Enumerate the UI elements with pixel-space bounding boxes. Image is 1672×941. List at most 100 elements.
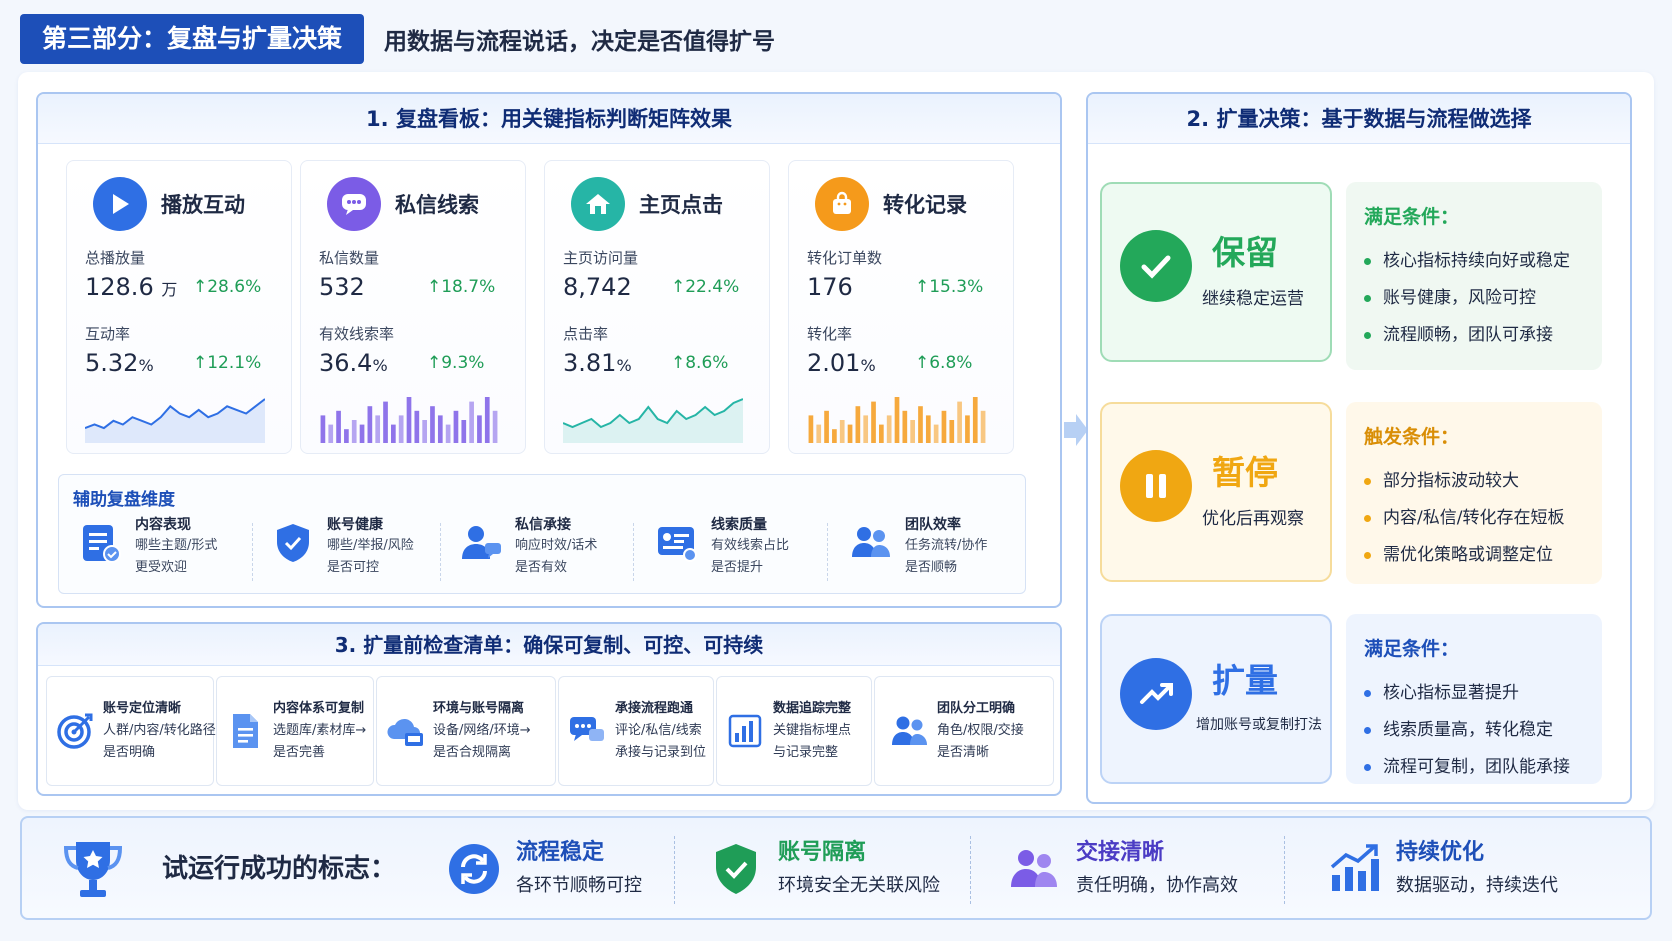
expand-conditions: 满足条件： 核心指标显著提升 线索质量高，转化稳定 流程可复制，团队能承接 [1346,614,1602,784]
aux-item-line: 响应时效/话术 [515,538,598,553]
decision-keep-card: 保留 继续稳定运营 [1100,182,1332,362]
review-dashboard-title: 1. 复盘看板：用关键指标判断矩阵效果 [38,94,1060,144]
metric-change: ↑8.6% [671,353,729,373]
decision-subtitle: 优化后再观察 [1202,509,1304,529]
sparkline-bar [336,410,341,443]
aux-item-content: 内容表现 哪些主题/形式 更受欢迎 [79,515,217,585]
metric-change: ↑18.7% [427,277,496,297]
divider [252,523,253,581]
sparkline-bar [965,415,970,443]
metric-change: ↑6.8% [915,353,973,373]
sparkline-bar [422,420,427,443]
footer-item-process-stable: 流程稳定 各环节顺畅可控 [446,836,642,902]
aux-item-line: 哪些/举报/风险 [327,538,414,553]
document-icon [233,714,258,748]
checklist-item-line: 是否清晰 [937,745,990,760]
condition-item: 流程顺畅，团队可承接 [1364,317,1602,354]
condition-item: 内容/私信/转化存在短板 [1364,500,1602,537]
metric-value: 36.4% [319,349,388,377]
section-header: 第三部分：复盘与扩量决策 用数据与流程说话，决定是否值得扩号 [20,14,775,64]
sparkline-bar [398,415,404,443]
checklist-item-title: 团队分工明确 [937,701,1016,716]
footer-item-continuous-optimization: 持续优化 数据驱动，持续迭代 [1326,836,1558,902]
checklist-item-title: 数据追踪完整 [773,701,852,716]
condition-item: 流程可复制，团队能承接 [1364,749,1602,786]
sparkline-bar [824,410,829,443]
checklist-item-line: 角色/权限/交接 [937,723,1024,738]
bar-chart-icon [728,714,762,748]
sparkline-bar [933,424,939,443]
condition-item: 需优化策略或调整定位 [1364,537,1602,574]
checklist-item-line: 人群/内容/转化路径 [103,723,216,738]
bag-icon [815,177,869,231]
metric-change: ↑15.3% [915,277,984,297]
sparkline-bar [367,406,373,443]
sparkline-bar [492,410,498,443]
decision-expand-card: 扩量 增加账号或复制打法 [1100,614,1332,784]
condition-item: 核心指标显著提升 [1364,675,1602,712]
sparkline-bar [918,406,923,443]
play-icon [93,177,147,231]
metric-value: 3.81% [563,349,632,377]
sparkline-bar [863,415,869,443]
sparkline-bar [910,420,915,443]
sparkline-chart [563,398,743,443]
sparkline-bar [328,424,334,443]
sparkline-bar [816,424,822,443]
metric-card-play: 播放互动 总播放量 128.6 万 ↑28.6% 互动率 5.32% ↑12.1… [66,160,292,454]
checklist-item-data-tracking: 数据追踪完整 关键指标埋点 与记录完整 [716,676,872,786]
sparkline-bar [383,401,388,443]
sparkline-bar [469,401,474,443]
shield-check-icon [716,844,756,894]
metric-title: 播放互动 [161,193,245,217]
sparkline-bar [351,420,357,443]
condition-item: 部分指标波动较大 [1364,463,1602,500]
sparkline-bar [445,424,451,443]
aux-item-title: 团队效率 [905,517,961,533]
sparkline-bar [477,415,482,443]
bar-sparkline-chart [808,397,986,443]
checklist-item-line: 评论/私信/线索 [615,723,702,738]
section-subtitle: 用数据与流程说话，决定是否值得扩号 [384,29,776,55]
sparkline-bar [941,410,947,443]
sparkline-bar [871,401,876,443]
metric-card-conversion: 转化记录 转化订单数 176 ↑15.3% 转化率 2.01% ↑6.8% [788,160,1014,454]
sparkline-bar [925,415,931,443]
sparkline-bar [484,397,490,443]
checklist-item-title: 承接流程跑通 [615,701,694,716]
metric-label: 转化订单数 [807,249,883,267]
sparkline-bar [894,397,900,443]
target-icon [57,713,93,749]
metric-label: 主页访问量 [563,249,639,267]
aux-item-dm-handling: 私信承接 响应时效/话术 是否有效 [459,515,597,585]
sparkline-bar [453,410,459,443]
aux-item-team-efficiency: 团队效率 任务流转/协作 是否顺畅 [849,515,987,585]
aux-review-dimensions: 辅助复盘维度 内容表现 哪些主题/形式 更受欢迎 账号健康 哪些/举报/风险 是否可控 … [58,474,1026,594]
cloud-device-icon [387,718,423,746]
metric-value: 8,742 [563,273,632,301]
metric-value: 176 [807,273,853,301]
aux-title: 辅助复盘维度 [73,490,175,510]
footer-item-desc: 环境安全无关联风险 [778,875,940,896]
success-markers-bar: 试运行成功的标志： 流程稳定 各环节顺畅可控 账号隔离 环境安全无关联风险 交接清晰… [20,816,1652,920]
shield-check-icon [277,524,309,562]
footer-title: 试运行成功的标志： [162,854,397,884]
team-icon [1011,850,1057,887]
sparkline-bar [320,415,326,443]
sparkline-bar [949,420,955,443]
trophy-icon [63,842,123,897]
sparkline-bar [406,397,412,443]
metric-label: 有效线索率 [319,325,395,343]
user-chat-icon [462,526,501,559]
condition-item: 账号健康，风险可控 [1364,280,1602,317]
footer-item-title: 流程稳定 [516,840,605,865]
sparkline-bar [461,420,467,443]
divider [827,523,828,581]
sparkline-bar [902,410,908,443]
decision-pause-card: 暂停 优化后再观察 [1100,402,1332,582]
aux-item-title: 线索质量 [711,517,767,533]
sparkline-bar [847,424,853,443]
metric-label: 转化率 [807,325,853,343]
cycle-icon [449,844,499,894]
aux-item-line: 哪些主题/形式 [135,538,218,553]
